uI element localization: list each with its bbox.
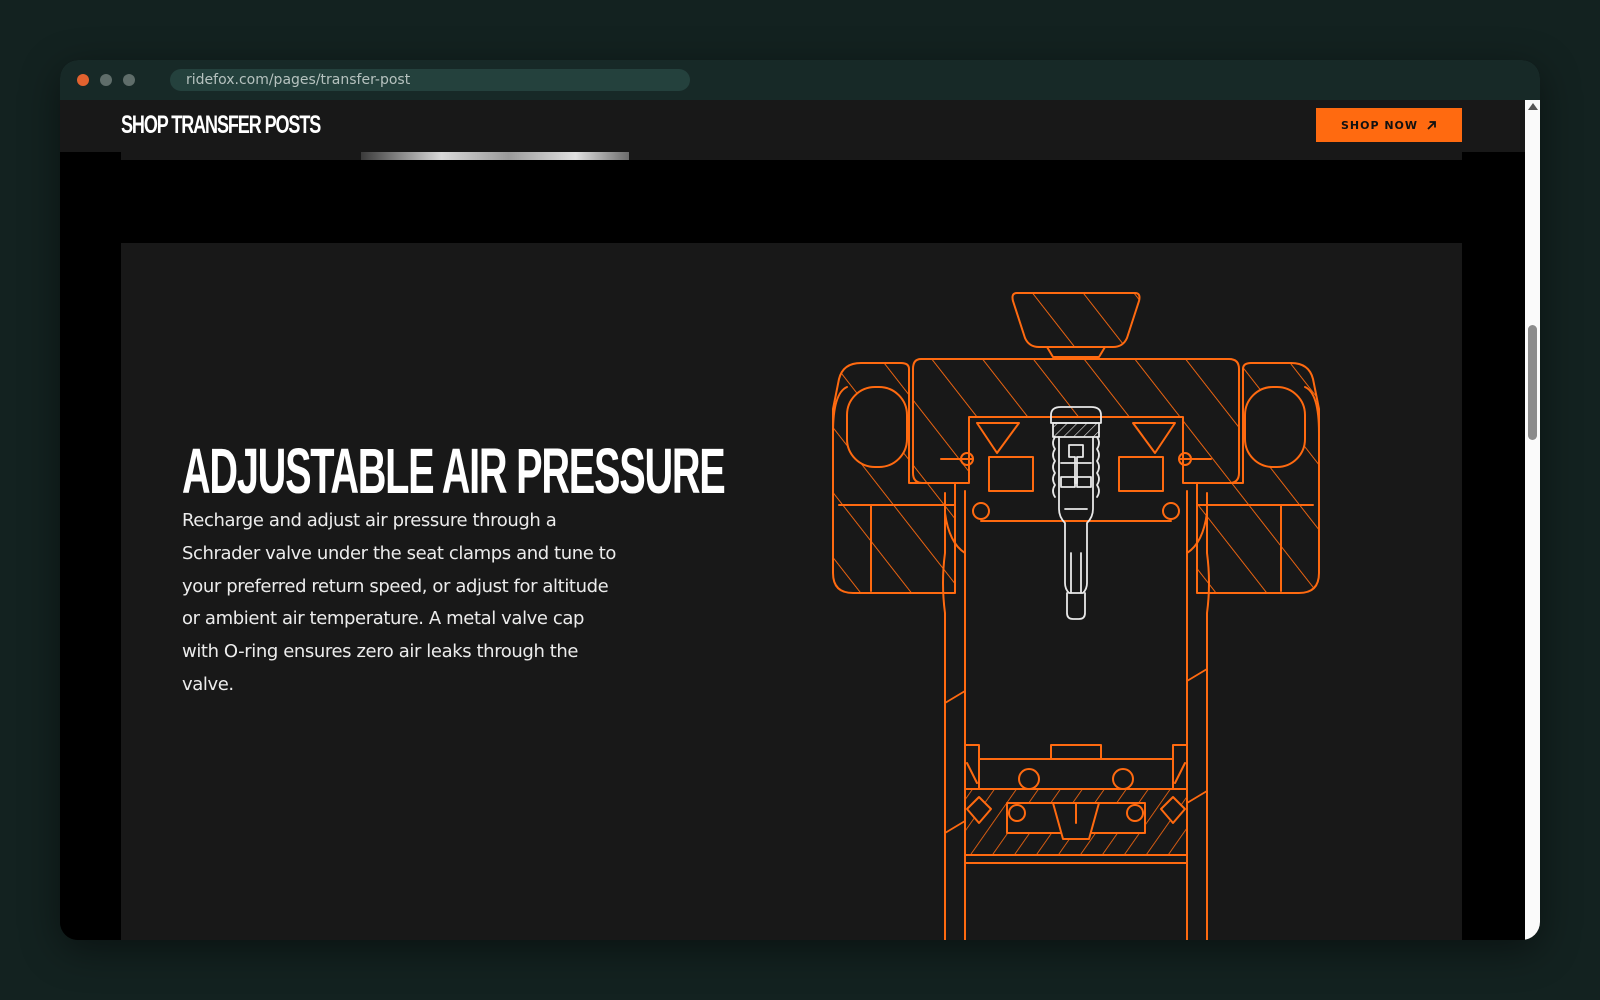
feature-title: ADJUSTABLE AIR PRESSURE: [182, 435, 726, 507]
feature-description: Recharge and adjust air pressure through…: [182, 510, 616, 695]
minimize-window-button[interactable]: [100, 74, 112, 86]
shop-now-button[interactable]: SHOP NOW: [1316, 108, 1462, 142]
sticky-nav-bar: SHOP TRANSFER POSTS SHOP NOW: [60, 100, 1525, 152]
address-bar[interactable]: ridefox.com/pages/transfer-post: [170, 69, 690, 91]
browser-window: ridefox.com/pages/transfer-post SHOP TRA…: [60, 60, 1540, 940]
browser-titlebar: ridefox.com/pages/transfer-post: [60, 60, 1540, 100]
arrow-up-right-icon: [1427, 120, 1436, 130]
page-viewport: SHOP TRANSFER POSTS SHOP NOW ADJUSTABLE …: [60, 100, 1525, 940]
address-bar-url: ridefox.com/pages/transfer-post: [186, 72, 411, 88]
close-window-button[interactable]: [77, 74, 89, 86]
nav-brand-title[interactable]: SHOP TRANSFER POSTS: [121, 111, 321, 140]
scrollbar-thumb[interactable]: [1528, 325, 1537, 440]
shop-now-label: SHOP NOW: [1340, 118, 1419, 132]
page-scrollbar[interactable]: [1525, 100, 1540, 940]
dropper-post-cutaway-diagram: [832, 292, 1320, 940]
scroll-up-arrow-icon[interactable]: [1528, 103, 1538, 110]
post-body-lines: [832, 292, 1320, 940]
feature-section: ADJUSTABLE AIR PRESSURE Recharge and adj…: [121, 243, 1462, 940]
maximize-window-button[interactable]: [123, 74, 135, 86]
